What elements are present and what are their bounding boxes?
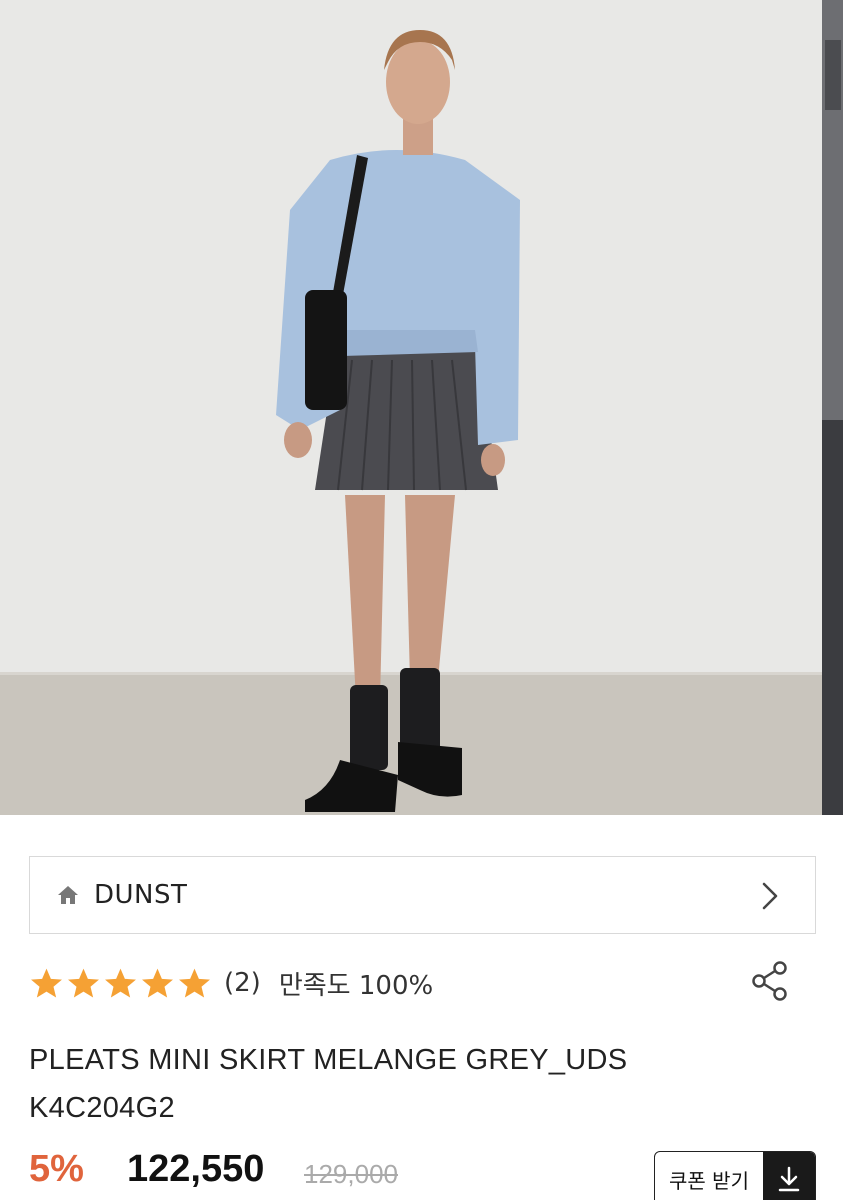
chevron-right-icon xyxy=(762,882,778,910)
star-icon xyxy=(179,968,210,997)
star-icon xyxy=(105,968,136,997)
review-count[interactable]: (2) xyxy=(224,968,261,998)
rating-row[interactable]: (2) 만족도 100% xyxy=(29,960,816,1006)
download-icon xyxy=(778,1166,800,1192)
download-icon-box xyxy=(763,1152,815,1200)
share-icon[interactable] xyxy=(750,960,790,1002)
product-photo xyxy=(0,0,843,815)
brand-name: DUNST xyxy=(94,880,188,910)
product-image[interactable] xyxy=(0,0,843,815)
sale-price: 122,550 xyxy=(127,1148,265,1190)
original-price: 129,000 xyxy=(304,1159,398,1189)
satisfaction-score: 만족도 100% xyxy=(278,970,434,1001)
brand-shop-link[interactable]: DUNST xyxy=(29,856,816,934)
coupon-download-button[interactable]: 쿠폰 받기 xyxy=(654,1151,816,1200)
product-title-line2: K4C204G2 xyxy=(29,1092,175,1124)
discount-rate: 5% xyxy=(29,1148,84,1190)
product-title-line1: PLEATS MINI SKIRT MELANGE GREY_UDS xyxy=(29,1044,628,1076)
next-slide-preview[interactable] xyxy=(822,0,843,815)
home-icon xyxy=(58,886,78,904)
star-rating xyxy=(29,966,212,1001)
star-icon xyxy=(31,968,62,997)
star-icon xyxy=(68,968,99,997)
coupon-label: 쿠폰 받기 xyxy=(669,1168,749,1193)
product-title: PLEATS MINI SKIRT MELANGE GREY_UDS K4C20… xyxy=(29,1036,789,1132)
price-row: 5% 122,550 129,000 쿠폰 받기 xyxy=(29,1148,816,1200)
star-icon xyxy=(142,968,173,997)
